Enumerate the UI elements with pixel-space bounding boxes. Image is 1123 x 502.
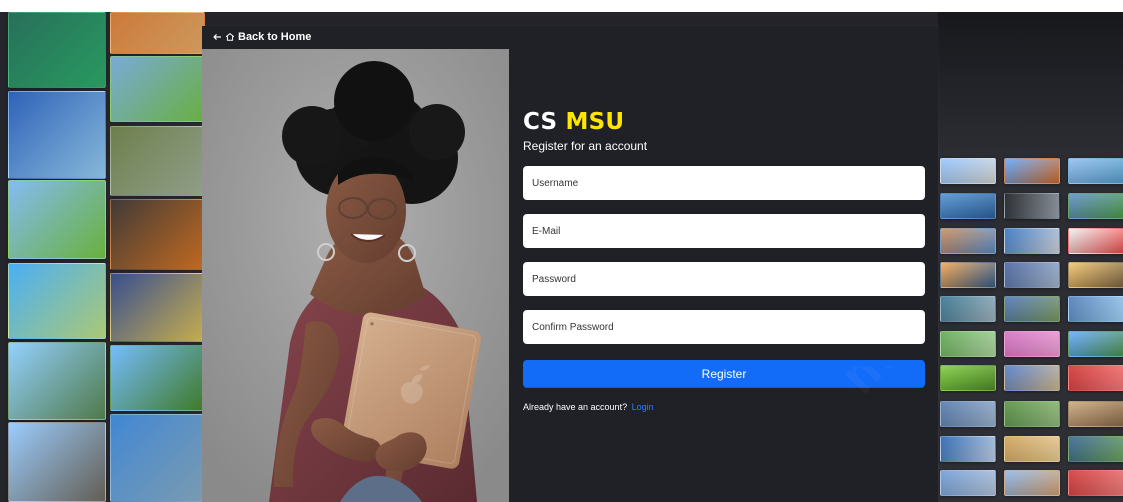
left-video-wall-column-1 [8,12,106,502]
register-subtitle: Register for an account [523,139,648,153]
wall-thumbnail [110,126,205,196]
registration-panel: Back to Home CS MSU Register for an acco… [202,26,938,502]
wall-thumbnail [8,422,106,502]
registration-page: Back to Home CS MSU Register for an acco… [0,0,1123,502]
top-strip [0,0,1123,12]
wall-thumbnail [110,12,205,54]
wall-thumbnail [1004,401,1060,427]
wall-thumbnail [940,228,996,254]
wall-thumbnail [1004,331,1060,357]
registration-form-area: CS MSU Register for an account Register … [523,110,925,413]
wall-thumbnail [1004,158,1060,184]
wall-thumbnail [940,331,996,357]
password-input[interactable] [523,262,925,296]
wall-thumbnail [1068,193,1123,219]
wall-thumbnail [1004,228,1060,254]
wall-thumbnail [940,262,996,288]
portrait-photo [202,49,509,502]
wall-thumbnail [940,436,996,462]
wall-thumbnail [1004,296,1060,322]
wall-thumbnail [8,91,106,179]
home-icon [225,30,235,44]
wall-thumbnail [1068,296,1123,322]
wall-thumbnail [1004,365,1060,391]
login-prompt-text: Already have an account? [523,402,628,412]
woman-with-tablet-photo [202,49,509,502]
login-link[interactable]: Login [632,402,654,412]
wall-thumbnail [940,365,996,391]
wall-thumbnail [1068,365,1123,391]
wall-thumbnail [1004,436,1060,462]
wall-thumbnail [1004,470,1060,496]
wall-thumbnail [940,401,996,427]
back-to-home-label: Back to Home [238,31,312,43]
wall-thumbnail [8,12,106,88]
left-video-wall [0,12,205,502]
wall-thumbnail [940,193,996,219]
wall-thumbnail [110,414,205,502]
wall-thumbnail [1068,436,1123,462]
back-to-home-link[interactable]: Back to Home [212,30,311,44]
wall-thumbnail [110,273,205,342]
wall-thumbnail [1068,401,1123,427]
wall-thumbnail [1068,331,1123,357]
wall-thumbnail [940,158,996,184]
wall-thumbnail [8,342,106,420]
wall-thumbnail [110,199,205,270]
login-prompt-row: Already have an account? Login [523,402,925,413]
wall-thumbnail [1068,228,1123,254]
wall-thumbnail [110,56,205,122]
wall-thumbnail [110,345,205,411]
wall-thumbnail [1068,158,1123,184]
brand-msu: MSU [565,109,625,135]
brand-cs: CS [523,109,558,135]
right-video-wall-top-fade [938,12,1123,154]
username-input[interactable] [523,166,925,200]
wall-thumbnail [940,470,996,496]
wall-thumbnail [940,296,996,322]
wall-thumbnail [1068,470,1123,496]
wall-thumbnail [1068,262,1123,288]
arrow-left-icon [212,30,222,44]
email-input[interactable] [523,214,925,248]
wall-thumbnail [1004,262,1060,288]
wall-thumbnail [8,180,106,259]
confirm-password-input[interactable] [523,310,925,344]
left-video-wall-column-2 [110,12,205,502]
site-brand: CS MSU [523,110,925,134]
register-button[interactable]: Register [523,360,925,388]
wall-thumbnail [8,263,106,339]
wall-thumbnail [1004,193,1060,219]
